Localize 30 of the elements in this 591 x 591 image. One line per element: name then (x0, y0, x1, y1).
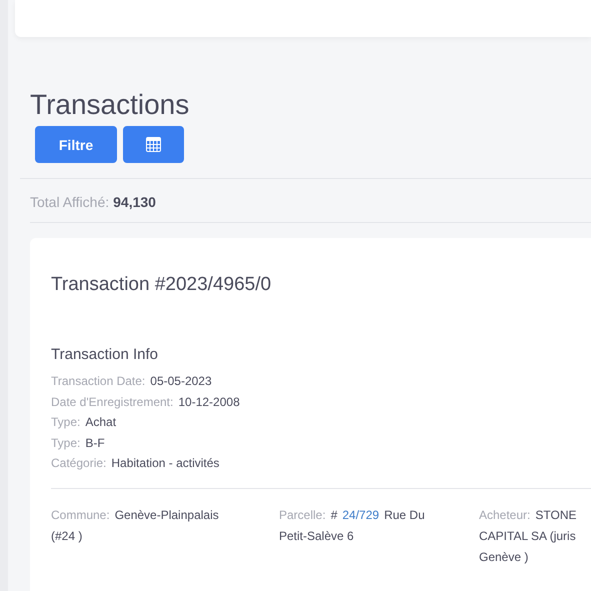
section-title: Transaction Info (51, 346, 159, 363)
field-value: Achat (85, 414, 116, 431)
field-label: Catégorie: (51, 455, 106, 472)
field-value: Genève ) (479, 548, 530, 566)
transaction-title: Transaction #2023/4965/0 (51, 274, 272, 296)
parcel-link[interactable]: 24/729 (342, 504, 380, 526)
filter-button[interactable]: Filtre (35, 126, 117, 163)
field-value: Rue Du (384, 506, 425, 524)
field-label: Parcelle: (279, 506, 326, 524)
hash-sign: # (330, 506, 338, 524)
table-icon (146, 137, 161, 152)
field-label: Type: (51, 434, 80, 452)
field-label: Commune: (51, 506, 110, 524)
field-value: (#24 ) (51, 528, 84, 544)
field-label: Transaction Date: (51, 373, 146, 390)
field-value: STONE (535, 506, 576, 524)
field-value: 10-12-2008 (178, 394, 240, 410)
field-value: CAPITAL SA (juris (479, 528, 577, 544)
field-label: Date d'Enregistrement: (51, 394, 174, 410)
field-label: Type: (51, 414, 80, 431)
field-value: Genève-Plainpalais (114, 506, 219, 524)
field-value: 05-05-2023 (150, 373, 212, 390)
total-label: Total Affiché: (30, 194, 110, 210)
total-value: 94,130 (113, 194, 156, 210)
field-value: Habitation - activités (111, 455, 220, 472)
field-label: Acheteur: (479, 506, 530, 524)
field-value: B-F (85, 434, 105, 452)
table-view-button[interactable] (123, 126, 184, 163)
page-title: Transactions (30, 88, 190, 122)
field-value: Petit-Salève 6 (279, 528, 355, 544)
